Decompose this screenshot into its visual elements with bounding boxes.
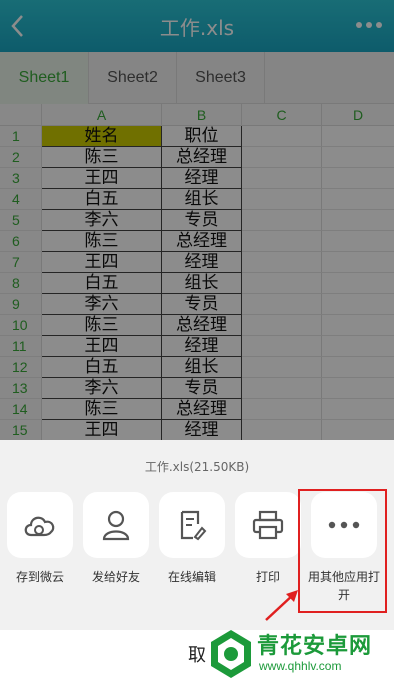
send-to-friend-button[interactable]: 发给好友 bbox=[83, 492, 149, 586]
print-label: 打印 bbox=[255, 570, 280, 584]
printer-icon bbox=[235, 492, 301, 558]
print-button[interactable]: 打印 bbox=[235, 492, 301, 586]
save-to-weiyun-label: 存到微云 bbox=[15, 570, 64, 584]
online-edit-label: 在线编辑 bbox=[167, 570, 216, 584]
file-name-size: 工作.xls(21.50KB) bbox=[144, 460, 250, 474]
watermark-title: 青花安卓网 bbox=[257, 634, 373, 659]
online-edit-button[interactable]: 在线编辑 bbox=[159, 492, 225, 586]
watermark-logo-icon bbox=[211, 630, 251, 678]
dim-overlay[interactable] bbox=[0, 0, 394, 440]
save-to-weiyun-button[interactable]: 存到微云 bbox=[7, 492, 73, 586]
person-icon bbox=[83, 492, 149, 558]
cloud-icon bbox=[7, 492, 73, 558]
highlight-box bbox=[298, 489, 387, 613]
edit-doc-icon bbox=[159, 492, 225, 558]
watermark: 青花安卓网 www.qhhlv.com bbox=[205, 626, 394, 681]
red-arrow-icon bbox=[265, 590, 298, 621]
send-to-friend-label: 发给好友 bbox=[91, 570, 140, 584]
watermark-url: www.qhhlv.com bbox=[259, 659, 342, 673]
